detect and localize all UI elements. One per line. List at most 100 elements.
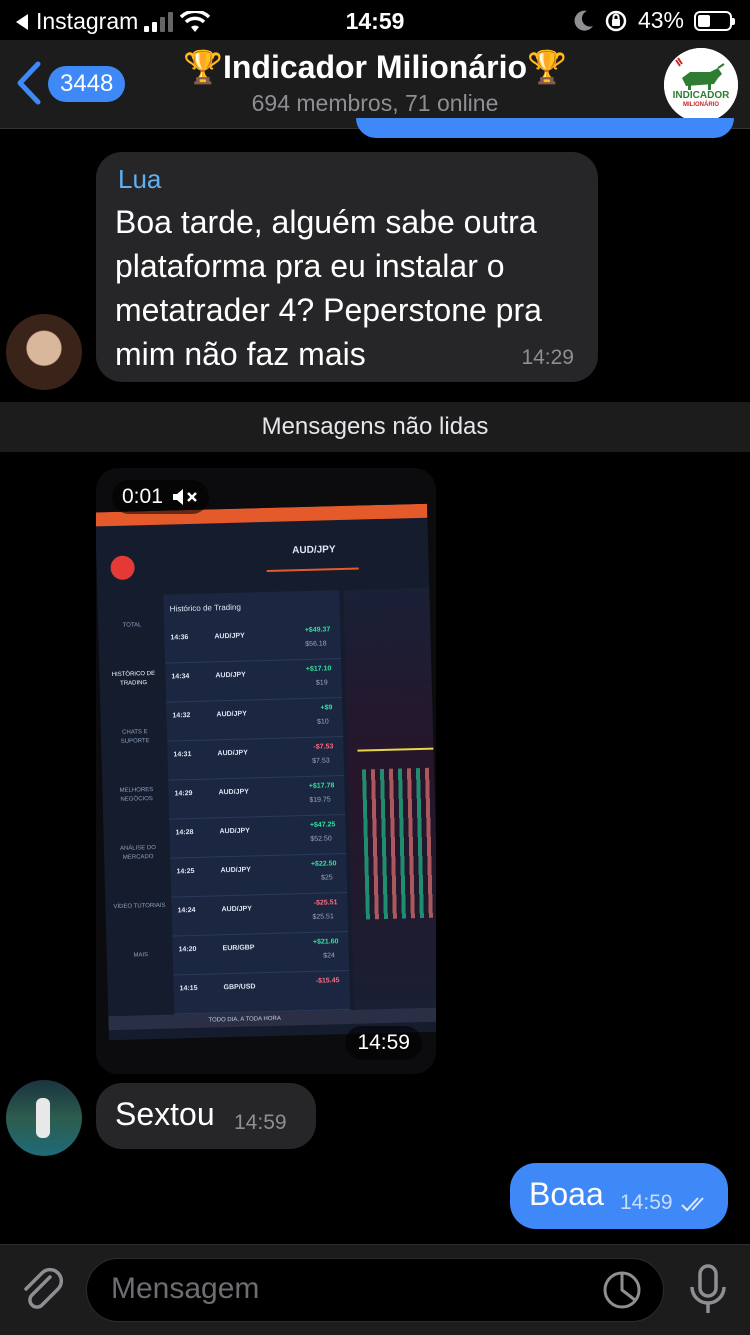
trade-amount: $24: [323, 952, 335, 960]
trade-row: 14:32 AUD/JPY +$9 $10: [166, 698, 344, 742]
trade-pair: AUD/JPY: [221, 905, 253, 914]
trade-time: 14:36: [170, 634, 189, 642]
battery-icon: [694, 10, 735, 31]
trade-amount: $10: [316, 718, 329, 726]
trade-amount: $7.53: [312, 757, 330, 765]
screen-pair-top: AUD/JPY: [292, 544, 336, 557]
chat-subtitle: 694 membros, 71 online: [251, 90, 499, 116]
trade-row: 14:15 GBP/USD -$15.45: [173, 970, 351, 1015]
video-duration-pill: 0:01: [112, 480, 209, 514]
video-screen: AUD/JPY TOTAL HISTÓRICO DE TRADING CHATS…: [96, 503, 436, 1041]
screen-menu-icon: [110, 555, 135, 581]
trade-profit: +$17.10: [305, 665, 332, 673]
trade-row: 14:24 AUD/JPY -$25.51 $25.51: [171, 892, 349, 937]
trade-time: 14:34: [171, 673, 190, 681]
side-menu-item: CHATS E SUPORTE: [120, 729, 150, 745]
trade-amount: $52.50: [310, 835, 332, 843]
trade-time: 14:20: [178, 945, 197, 954]
sticker-icon[interactable]: [601, 1269, 643, 1311]
trade-profit: +$9: [320, 704, 333, 712]
trade-time: 14:32: [172, 712, 191, 720]
history-panel: Histórico de Trading 14:36 AUD/JPY +$49.37…: [163, 590, 351, 1015]
trade-profit: +$49.37: [304, 626, 331, 634]
chart-area: [343, 587, 436, 1010]
status-bar: Instagram 14:59 43%: [0, 0, 750, 40]
trade-pair: AUD/JPY: [218, 788, 249, 797]
group-avatar[interactable]: INDICADOR MILIONÁRIO: [664, 48, 738, 122]
trade-amount: $19: [315, 679, 328, 687]
message-time: 14:59: [620, 1191, 673, 1214]
muted-speaker-icon[interactable]: [171, 487, 199, 507]
side-menu-item: TOTAL: [122, 622, 142, 629]
message-line: metatrader 4? Peperstone pra: [115, 292, 542, 328]
avatar-user[interactable]: [6, 1080, 82, 1156]
trade-pair: EUR/GBP: [222, 944, 255, 953]
trade-profit: -$7.53: [313, 743, 334, 751]
trade-row: 14:34 AUD/JPY +$17.10 $19: [165, 659, 343, 703]
group-avatar-text-top: INDICADOR: [672, 90, 730, 101]
trade-row: 14:29 AUD/JPY +$17.78 $19.75: [168, 776, 346, 820]
trade-pair: AUD/JPY: [219, 827, 250, 836]
ticker-text: TODO DIA, A TODA HORA: [208, 1015, 281, 1024]
avatar-lua[interactable]: [6, 314, 82, 390]
previous-outgoing-bubble[interactable]: [356, 118, 734, 138]
trade-profit: +$21.60: [312, 938, 339, 946]
trade-time: 14:31: [173, 750, 192, 759]
side-menu-item: MELHORES NEGÓCIOS: [119, 787, 154, 803]
double-check-icon: [681, 1197, 704, 1212]
side-menu-item: VÍDEO TUTORIAIS: [113, 902, 166, 911]
message-time: 14:29: [521, 346, 574, 369]
trade-time: 14:29: [174, 789, 193, 798]
message-text: Sextou: [115, 1096, 215, 1132]
trade-list: 14:36 AUD/JPY +$49.37 $56.18 14:34 AUD/JPY +$1…: [164, 620, 351, 1015]
side-menu-item: HISTÓRICO DE TRADING: [111, 670, 156, 687]
trade-time: 14:24: [177, 906, 196, 915]
chart-candles: [361, 767, 436, 920]
video-time-pill: 14:59: [345, 1026, 422, 1060]
sender-name[interactable]: Lua: [118, 164, 161, 195]
trade-profit: -$15.45: [315, 977, 340, 985]
microphone-icon[interactable]: [688, 1263, 728, 1317]
paperclip-icon[interactable]: [20, 1265, 64, 1315]
trade-amount: $25: [321, 874, 333, 882]
screen-side-menu: TOTAL HISTÓRICO DE TRADING CHATS E SUPOR…: [104, 601, 169, 961]
trade-row: 14:31 AUD/JPY -$7.53 $7.53: [167, 737, 345, 781]
message-text: Boa tarde, alguém sabe outra plataforma …: [115, 200, 542, 376]
trade-pair: AUD/JPY: [216, 710, 247, 719]
message-bubble-sextou[interactable]: Sextou 14:59: [96, 1083, 316, 1149]
trade-amount: $56.18: [305, 640, 327, 648]
avatar-figure: [36, 1098, 50, 1138]
message-text: Boaa: [529, 1176, 604, 1212]
video-duration: 0:01: [122, 485, 163, 508]
message-placeholder: Mensagem: [111, 1272, 260, 1305]
message-line: Boa tarde, alguém sabe outra: [115, 204, 537, 240]
rotation-lock-icon: [605, 10, 627, 31]
history-panel-title: Histórico de Trading: [169, 602, 241, 614]
bull-logo-icon: [664, 48, 738, 122]
chat-header: 3448 🏆Indicador Milionário🏆 694 membros,…: [0, 40, 750, 129]
message-input[interactable]: Mensagem: [86, 1258, 664, 1322]
trade-profit: +$47.25: [309, 821, 336, 829]
message-bubble-lua[interactable]: Lua Boa tarde, alguém sabe outra platafo…: [96, 152, 598, 382]
group-avatar-text-bottom: MILIONÁRIO: [683, 102, 719, 108]
trade-amount: $25.51: [312, 913, 334, 921]
battery-percent: 43%: [637, 7, 684, 33]
trade-pair: AUD/JPY: [215, 671, 246, 680]
side-menu-item: ANÁLISE DO MERCADO: [119, 844, 157, 861]
trade-profit: +$22.50: [310, 860, 337, 868]
message-line: plataforma pra eu instalar o: [115, 248, 505, 284]
message-composer: Mensagem: [0, 1244, 750, 1335]
trade-amount: $19.75: [309, 796, 331, 804]
message-line: mim não faz mais: [115, 336, 366, 372]
video-message[interactable]: AUD/JPY TOTAL HISTÓRICO DE TRADING CHATS…: [96, 468, 436, 1074]
trade-pair: GBP/USD: [223, 983, 256, 992]
trade-pair: AUD/JPY: [214, 632, 245, 641]
side-menu-item: MAIS: [133, 952, 149, 959]
moon-icon: [574, 10, 593, 31]
trade-profit: +$17.78: [308, 782, 335, 790]
message-bubble-boaa[interactable]: Boaa 14:59: [510, 1163, 728, 1229]
video-time: 14:59: [357, 1031, 410, 1054]
chat-title[interactable]: 🏆Indicador Milionário🏆: [0, 48, 750, 86]
screen-pair-underline: [266, 567, 359, 572]
trade-time: 14:25: [176, 867, 195, 876]
